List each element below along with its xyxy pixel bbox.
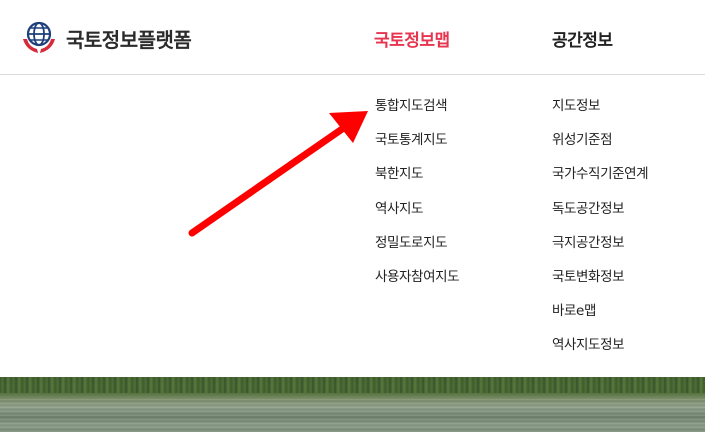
menu-item-precise-road-map[interactable]: 정밀도로지도	[375, 233, 459, 267]
globe-hands-icon	[23, 21, 55, 53]
menu-item-vertical-datum-link[interactable]: 국가수직기준연계	[552, 164, 649, 198]
menu-column-spatial-info: 지도정보 위성기준점 국가수직기준연계 독도공간정보 극지공간정보 국토변화정보…	[552, 96, 649, 370]
menu-item-map-info[interactable]: 지도정보	[552, 96, 648, 130]
menu-item-integrated-map-search[interactable]: 통합지도검색	[375, 96, 459, 130]
menu-item-baro-e-map[interactable]: 바로e맵	[552, 301, 648, 335]
menu-item-user-participation-map[interactable]: 사용자참여지도	[375, 267, 460, 301]
nav-tab-spatial-info[interactable]: 공간정보	[552, 26, 613, 51]
menu-item-historical-map-info[interactable]: 역사지도정보	[552, 335, 648, 369]
water-reflection	[0, 399, 705, 432]
menu-column-national-info-map: 통합지도검색 국토통계지도 북한지도 역사지도 정밀도로지도 사용자참여지도	[375, 96, 460, 301]
reed-band	[0, 377, 705, 393]
menu-item-national-statistics-map[interactable]: 국토통계지도	[375, 130, 459, 164]
background-landscape-image	[0, 377, 705, 432]
menu-item-north-korea-map[interactable]: 북한지도	[375, 164, 459, 198]
menu-item-historical-map[interactable]: 역사지도	[375, 199, 459, 233]
menu-item-land-change-info[interactable]: 국토변화정보	[552, 267, 648, 301]
nav-tab-national-info-map[interactable]: 국토정보맵	[374, 26, 450, 51]
menu-item-dokdo-spatial-info[interactable]: 독도공간정보	[552, 199, 648, 233]
menu-item-polar-spatial-info[interactable]: 극지공간정보	[552, 233, 648, 267]
menu-item-satellite-reference-point[interactable]: 위성기준점	[552, 130, 648, 164]
logo-text: 국토정보플랫폼	[66, 27, 192, 52]
site-header: 국토정보플랫폼 국토정보맵 공간정보	[0, 0, 705, 75]
site-logo[interactable]: 국토정보플랫폼	[20, 18, 192, 58]
